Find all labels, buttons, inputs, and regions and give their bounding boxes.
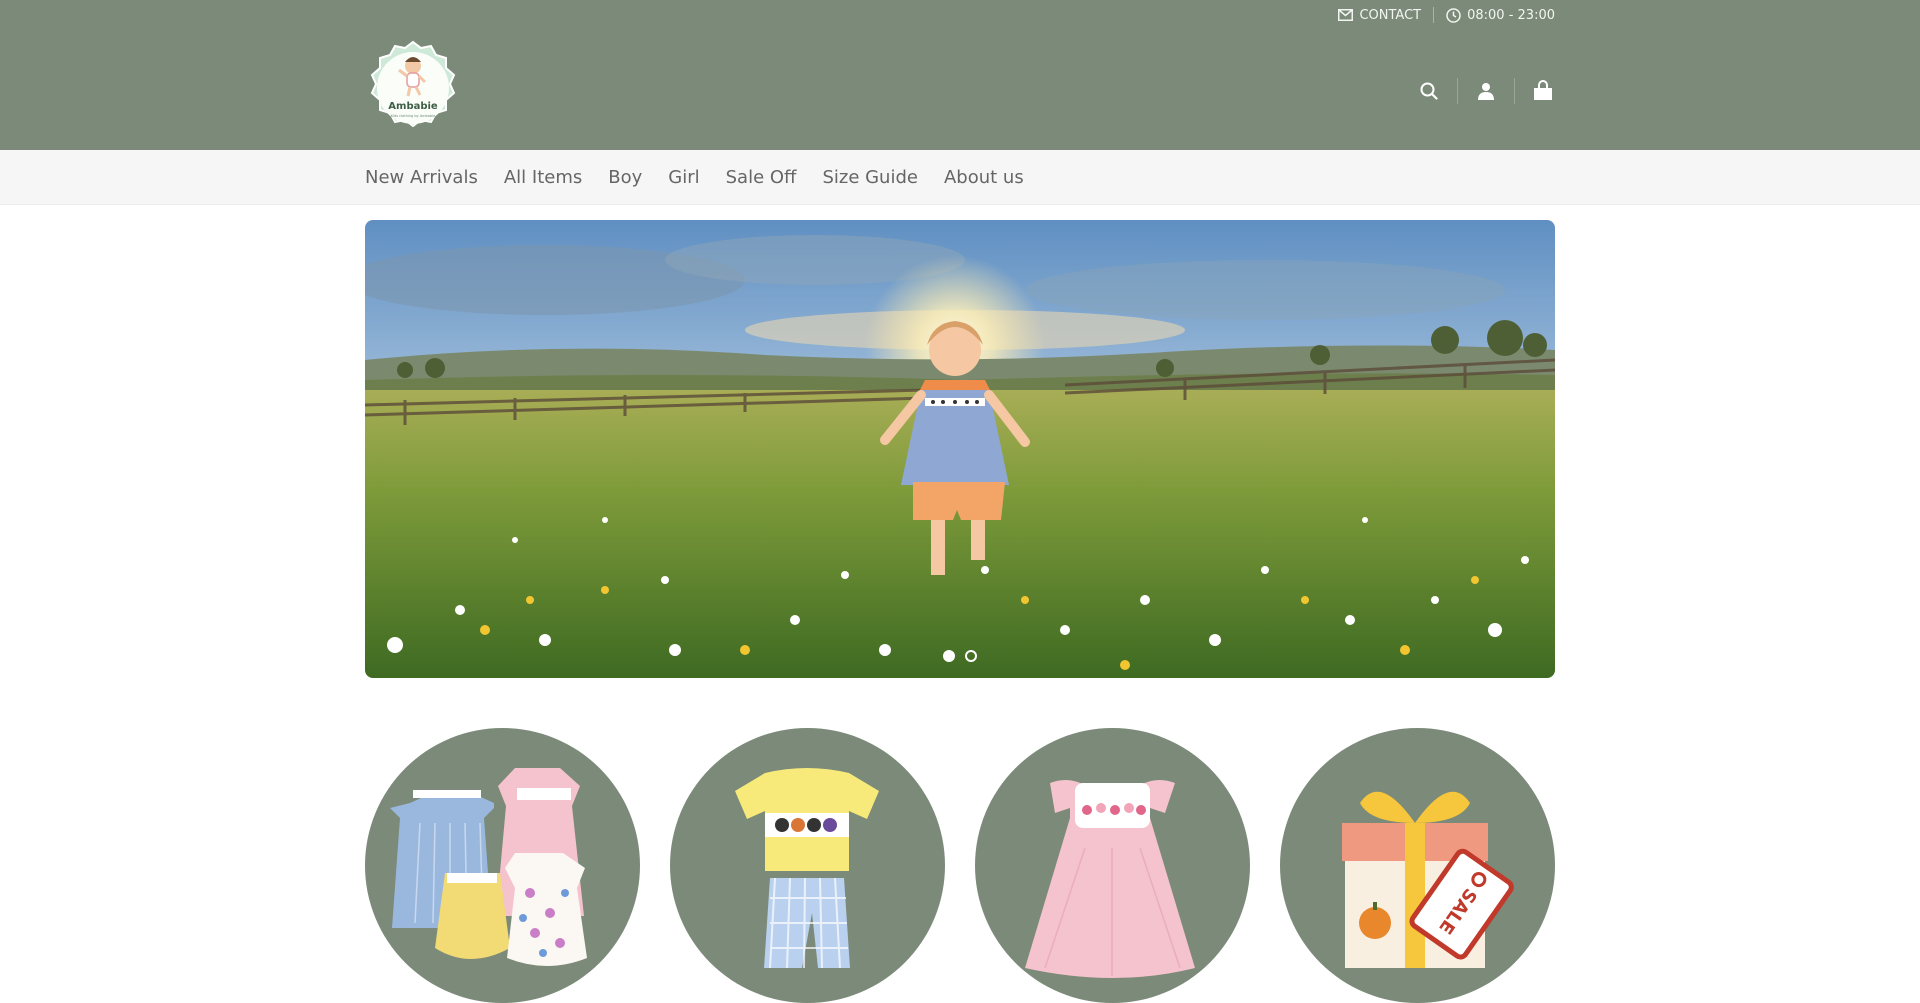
logo-tagline-text: Kids clothing by Ambabie: [391, 114, 436, 118]
slider-dot[interactable]: [943, 650, 955, 662]
top-bar: CONTACT 08:00 - 23:00: [1338, 0, 1555, 30]
nav-item-all-items[interactable]: All Items: [504, 167, 582, 188]
nav-item-girl[interactable]: Girl: [668, 167, 699, 188]
nav-item-sale-off[interactable]: Sale Off: [726, 167, 797, 188]
category-clothing-set[interactable]: [365, 728, 640, 1003]
site-logo[interactable]: Ambabie Kids clothing by Ambabie: [365, 40, 461, 136]
cart-button[interactable]: [1531, 79, 1555, 103]
contact-label: CONTACT: [1359, 7, 1422, 23]
account-button[interactable]: [1474, 79, 1498, 103]
search-button[interactable]: [1417, 79, 1441, 103]
site-header: CONTACT 08:00 - 23:00 Ambabie Kids cloth…: [0, 0, 1920, 150]
contact-link[interactable]: CONTACT: [1338, 8, 1421, 23]
opening-hours: 08:00 - 23:00: [1446, 8, 1555, 23]
hours-text: 08:00 - 23:00: [1467, 7, 1555, 23]
logo-brand-text: Ambabie: [388, 101, 438, 112]
search-icon: [1420, 82, 1438, 100]
topbar-divider: [1433, 7, 1435, 23]
nav-item-about-us[interactable]: About us: [944, 167, 1024, 188]
nav-item-new-arrivals[interactable]: New Arrivals: [365, 167, 478, 188]
shopping-bag-icon: [1534, 80, 1552, 100]
nav-item-size-guide[interactable]: Size Guide: [822, 167, 918, 188]
main-navigation: New Arrivals All Items Boy Girl Sale Off…: [0, 150, 1920, 205]
header-divider: [1514, 78, 1515, 104]
user-icon: [1478, 83, 1494, 100]
category-sale-gift[interactable]: SALE: [1280, 728, 1555, 1003]
category-circles: SALE: [365, 728, 1555, 1003]
header-divider: [1457, 78, 1458, 104]
category-boy-outfit[interactable]: [670, 728, 945, 1003]
mail-icon: [1338, 9, 1354, 21]
nav-item-boy[interactable]: Boy: [608, 167, 642, 188]
clock-icon: [1446, 7, 1461, 23]
header-actions: [1417, 78, 1555, 104]
hero-image: [365, 220, 1555, 678]
slider-dot[interactable]: [965, 650, 977, 662]
slider-dots: [943, 650, 977, 662]
hero-slider[interactable]: [365, 220, 1555, 678]
category-girl-dress[interactable]: [975, 728, 1250, 1003]
